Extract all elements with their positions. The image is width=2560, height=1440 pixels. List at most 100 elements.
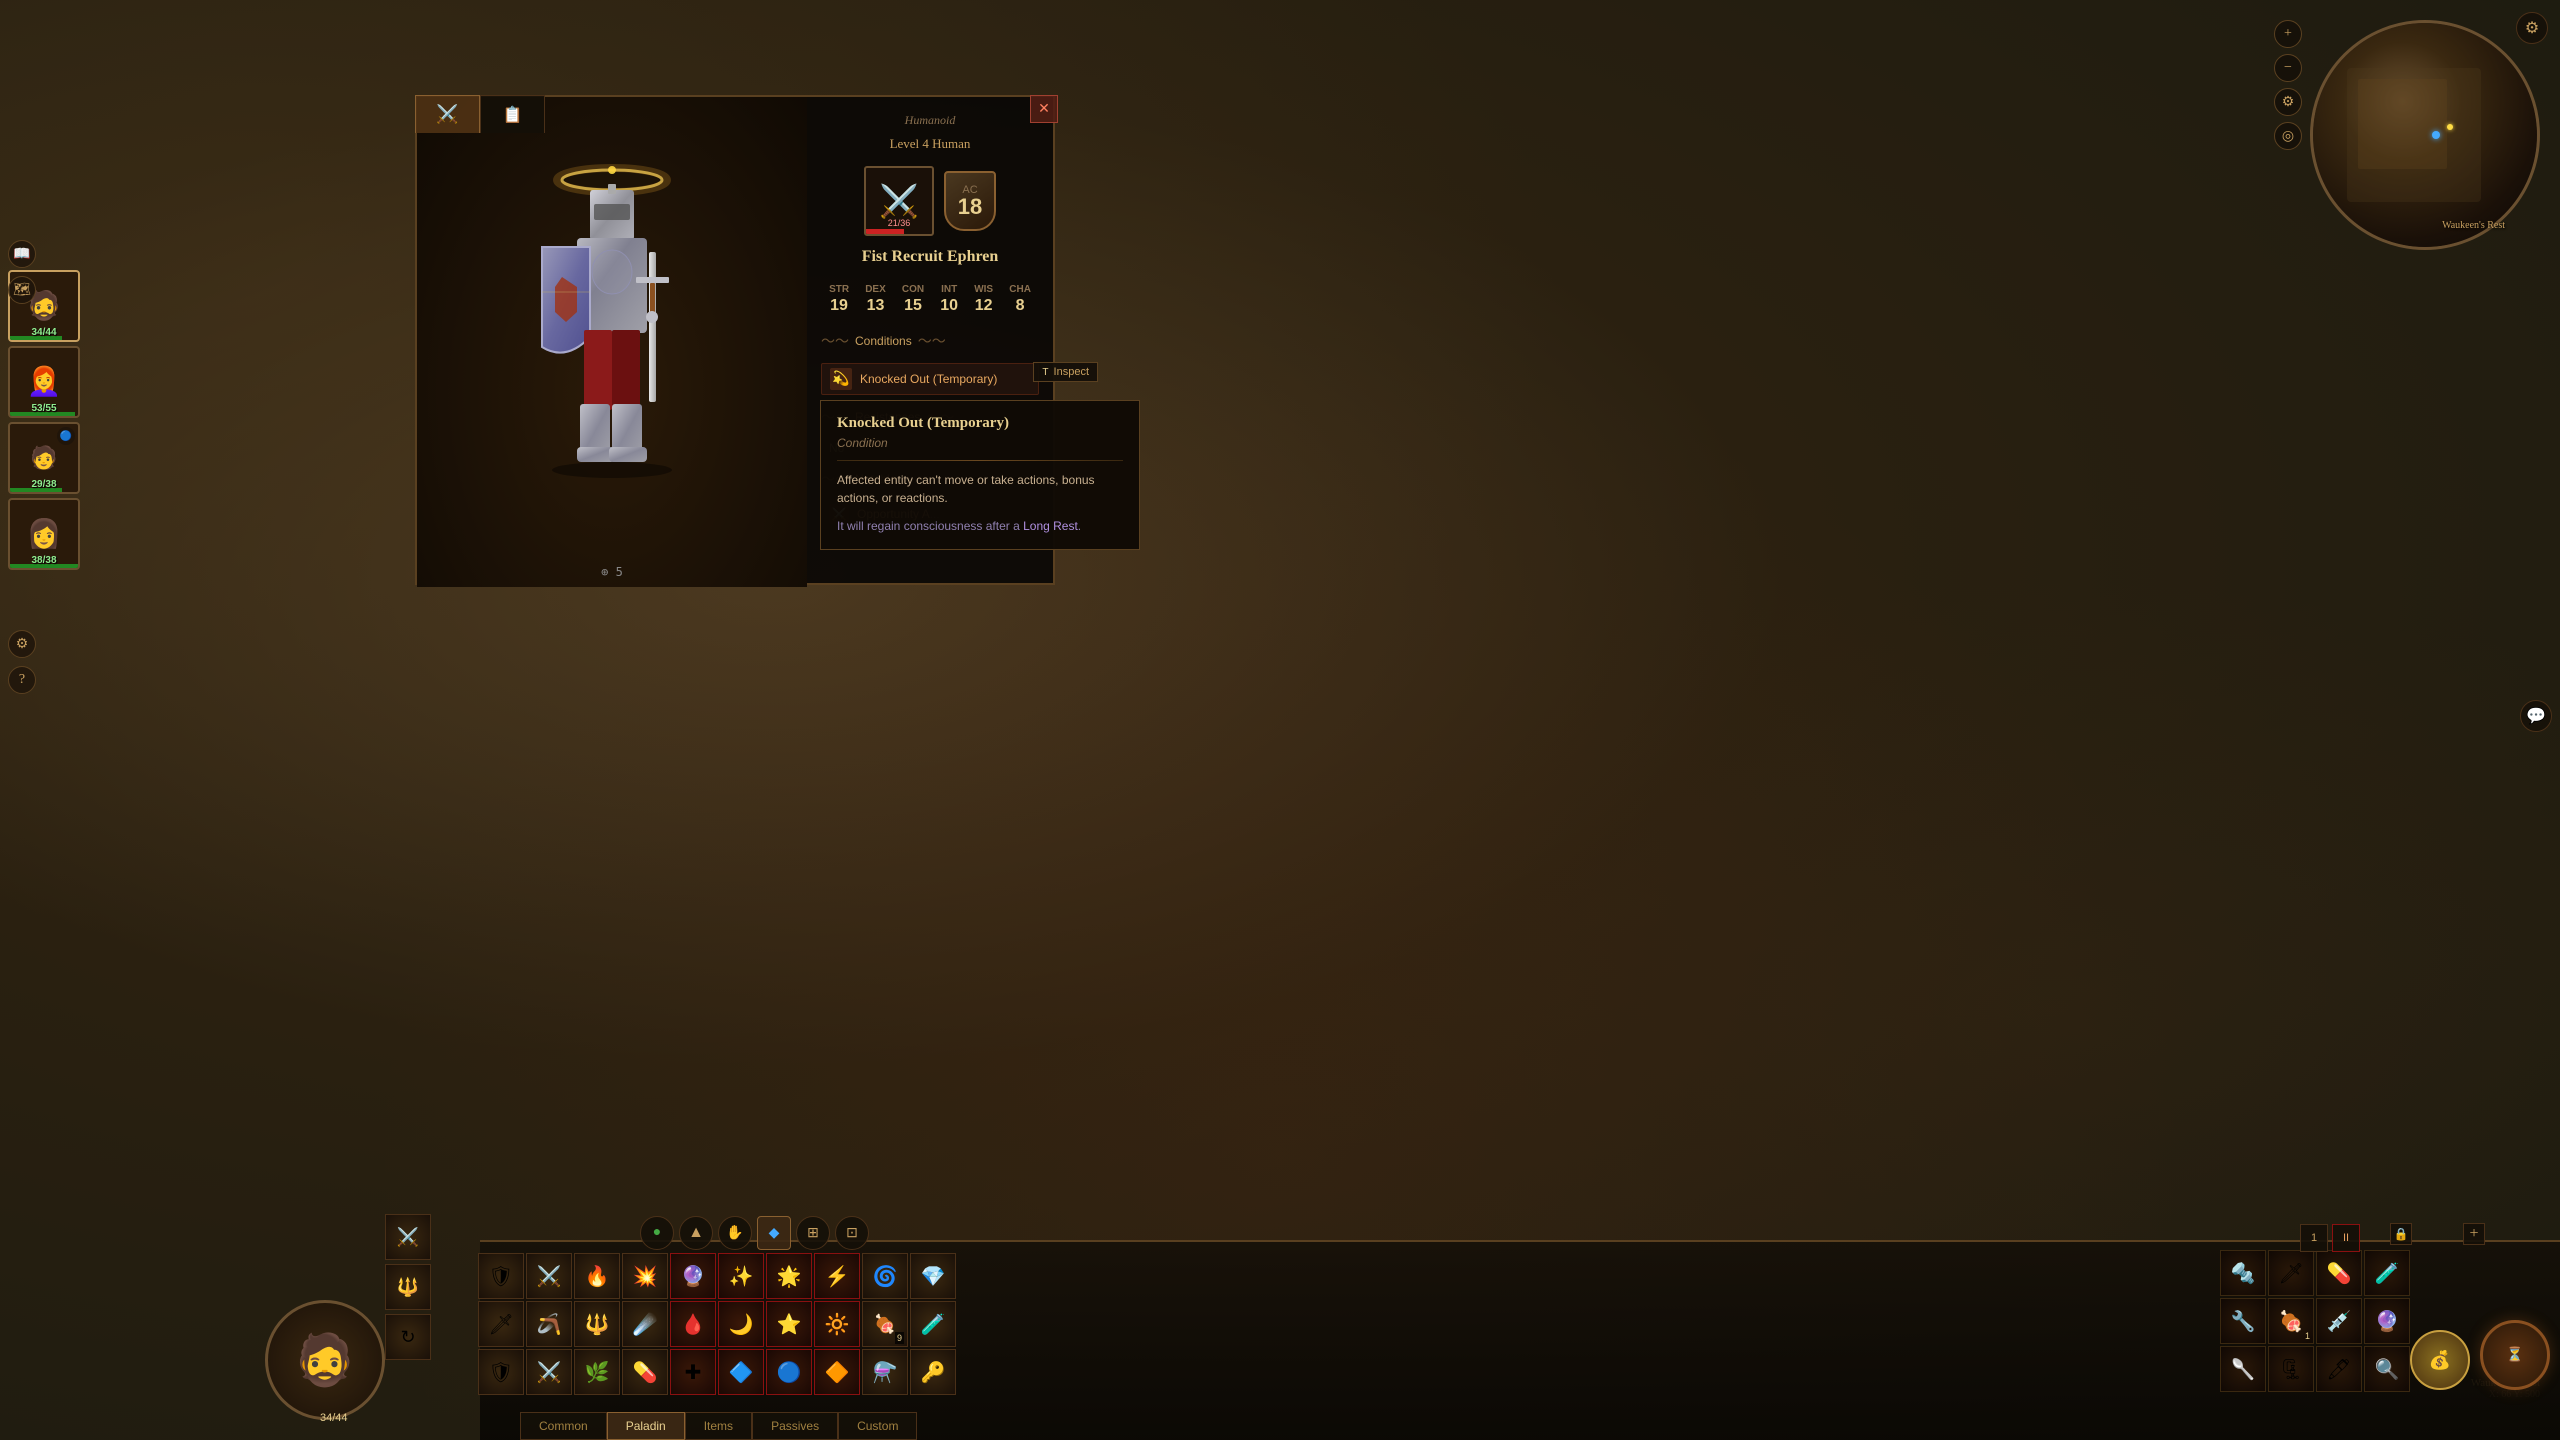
gold-button[interactable]: 💰 bbox=[2410, 1330, 2470, 1390]
weapon-slot-1[interactable]: ⚔️ bbox=[385, 1214, 431, 1260]
turn-order-icons: ● ▲ ✋ ◆ ⊞ ⊡ bbox=[640, 1216, 869, 1250]
tooltip-title: Knocked Out (Temporary) bbox=[837, 415, 1123, 432]
char-bottom-hp: 34/44 bbox=[320, 1412, 348, 1424]
portrait-1-hp: 34/44 bbox=[31, 327, 56, 338]
lock-icon[interactable]: 🔒 bbox=[2390, 1223, 2412, 1245]
settings-btn[interactable]: ⚙ bbox=[8, 630, 36, 658]
action-22[interactable]: ⚔️ bbox=[526, 1349, 572, 1395]
equip-slot-4[interactable]: 🧪 bbox=[2364, 1250, 2410, 1296]
character-model-area: ⊕ 5 bbox=[417, 97, 807, 587]
tooltip-subtitle: Condition bbox=[837, 436, 1123, 450]
action-2[interactable]: ⚔️ bbox=[526, 1253, 572, 1299]
turn-grid-icon[interactable]: ⊞ bbox=[796, 1216, 830, 1250]
map-settings[interactable]: ⚙ bbox=[2274, 88, 2302, 116]
portrait-3[interactable]: 🧑 🔵 29/38 bbox=[8, 422, 80, 494]
equip-slot-2[interactable]: 🗡 bbox=[2268, 1250, 2314, 1296]
action-13[interactable]: 🔱 bbox=[574, 1301, 620, 1347]
action-1[interactable]: 🛡 bbox=[478, 1253, 524, 1299]
tab-custom[interactable]: Custom bbox=[838, 1412, 917, 1440]
journal-btn[interactable]: 📖 bbox=[8, 240, 36, 268]
action-5[interactable]: 🔮 bbox=[670, 1253, 716, 1299]
map-waypoint[interactable]: ◎ bbox=[2274, 122, 2302, 150]
action-points: 1 II bbox=[2300, 1224, 2360, 1252]
map-controls: + − ⚙ ◎ bbox=[2274, 20, 2302, 150]
stats-row: STR 19 DEX 13 CON 15 INT 10 WIS 12 CHA 8 bbox=[821, 280, 1039, 319]
action-25[interactable]: ✚ bbox=[670, 1349, 716, 1395]
tab-paladin[interactable]: Paladin bbox=[607, 1412, 685, 1440]
turn-diamond-icon[interactable]: ◆ bbox=[757, 1216, 791, 1250]
end-turn-button[interactable]: ⏳ bbox=[2480, 1320, 2550, 1390]
action-23[interactable]: 🌿 bbox=[574, 1349, 620, 1395]
condition-knocked-out[interactable]: 💫 Knocked Out (Temporary) T Inspect bbox=[821, 363, 1039, 395]
tab-items[interactable]: Items bbox=[685, 1412, 752, 1440]
action-3[interactable]: 🔥 bbox=[574, 1253, 620, 1299]
char-coordinates: ⊕ 5 bbox=[601, 565, 623, 579]
action-30[interactable]: 🔑 bbox=[910, 1349, 956, 1395]
bottom-left-buttons: ⚙ ? bbox=[8, 630, 36, 694]
equipment-slots: 🔩 🗡 💊 🧪 🔧 🍖1 💉 🔮 🥄 🗜 🖊 🔍 bbox=[2220, 1250, 2410, 1392]
weapon-slot-2[interactable]: 🔱 bbox=[385, 1264, 431, 1310]
settings-top-right[interactable]: ⚙ bbox=[2516, 12, 2548, 44]
action-14[interactable]: ☄️ bbox=[622, 1301, 668, 1347]
portrait-4[interactable]: 👩 38/38 bbox=[8, 498, 80, 570]
tab-passives[interactable]: Passives bbox=[752, 1412, 838, 1440]
portrait-2[interactable]: 👩‍🦰 53/55 bbox=[8, 346, 80, 418]
minimap[interactable] bbox=[2310, 20, 2540, 250]
equip-slot-10[interactable]: 🗜 bbox=[2268, 1346, 2314, 1392]
panel-tab-info[interactable]: 📋 bbox=[480, 95, 545, 133]
right-edge-icon[interactable]: 💬 bbox=[2520, 700, 2552, 732]
action-27[interactable]: 🔵 bbox=[766, 1349, 812, 1395]
turn-active-icon[interactable]: ● bbox=[640, 1216, 674, 1250]
turn-triangle-icon[interactable]: ▲ bbox=[679, 1216, 713, 1250]
long-rest-link[interactable]: Long Rest bbox=[1023, 519, 1078, 533]
action-8[interactable]: ⚡ bbox=[814, 1253, 860, 1299]
help-btn[interactable]: ? bbox=[8, 666, 36, 694]
action-29[interactable]: ⚗️ bbox=[862, 1349, 908, 1395]
equip-slot-7[interactable]: 💉 bbox=[2316, 1298, 2362, 1344]
equip-slot-1[interactable]: 🔩 bbox=[2220, 1250, 2266, 1296]
map-zoom-in[interactable]: + bbox=[2274, 20, 2302, 48]
equip-slot-5[interactable]: 🔧 bbox=[2220, 1298, 2266, 1344]
action-4[interactable]: 💥 bbox=[622, 1253, 668, 1299]
action-9[interactable]: 🌀 bbox=[862, 1253, 908, 1299]
portrait-hp-text: 21/36 bbox=[888, 218, 911, 228]
action-12[interactable]: 🪃 bbox=[526, 1301, 572, 1347]
condition-icon: 💫 bbox=[830, 368, 852, 390]
action-11[interactable]: 🗡 bbox=[478, 1301, 524, 1347]
action-20[interactable]: 🧪 bbox=[910, 1301, 956, 1347]
action-7[interactable]: 🌟 bbox=[766, 1253, 812, 1299]
tab-common[interactable]: Common bbox=[520, 1412, 607, 1440]
equip-slot-6[interactable]: 🍖1 bbox=[2268, 1298, 2314, 1344]
action-15[interactable]: 🩸 bbox=[670, 1301, 716, 1347]
weapon-slot-3[interactable]: ↻ bbox=[385, 1314, 431, 1360]
action-16[interactable]: 🌙 bbox=[718, 1301, 764, 1347]
action-point-1[interactable]: 1 bbox=[2300, 1224, 2328, 1252]
action-19[interactable]: 🍖9 bbox=[862, 1301, 908, 1347]
map-zoom-out[interactable]: − bbox=[2274, 54, 2302, 82]
action-24[interactable]: 💊 bbox=[622, 1349, 668, 1395]
equip-slot-8[interactable]: 🔮 bbox=[2364, 1298, 2410, 1344]
action-6[interactable]: ✨ bbox=[718, 1253, 764, 1299]
equip-slot-11[interactable]: 🖊 bbox=[2316, 1346, 2362, 1392]
equip-slot-9[interactable]: 🥄 bbox=[2220, 1346, 2266, 1392]
panel-tab-character[interactable]: ⚔️ bbox=[415, 95, 480, 133]
ac-badge: AC 18 bbox=[944, 171, 996, 231]
close-panel-button[interactable]: ✕ bbox=[1030, 95, 1058, 123]
equip-slot-3[interactable]: 💊 bbox=[2316, 1250, 2362, 1296]
action-10[interactable]: 💎 bbox=[910, 1253, 956, 1299]
action-28[interactable]: 🔶 bbox=[814, 1349, 860, 1395]
turn-extra-icon[interactable]: ⊡ bbox=[835, 1216, 869, 1250]
left-side-buttons: 📖 🗺 bbox=[8, 240, 36, 304]
action-26[interactable]: 🔷 bbox=[718, 1349, 764, 1395]
action-18[interactable]: 🔆 bbox=[814, 1301, 860, 1347]
action-21[interactable]: 🛡 bbox=[478, 1349, 524, 1395]
inspect-tooltip-button[interactable]: T Inspect bbox=[1033, 362, 1098, 382]
map-btn[interactable]: 🗺 bbox=[8, 276, 36, 304]
weapon-slots: ⚔️ 🔱 ↻ bbox=[385, 1214, 431, 1360]
add-slot-button[interactable]: + bbox=[2463, 1223, 2485, 1245]
equip-slot-12[interactable]: 🔍 bbox=[2364, 1346, 2410, 1392]
action-point-2[interactable]: II bbox=[2332, 1224, 2360, 1252]
action-17[interactable]: ⭐ bbox=[766, 1301, 812, 1347]
character-avatar-bottom[interactable]: 🧔 bbox=[265, 1300, 385, 1420]
turn-hand-icon[interactable]: ✋ bbox=[718, 1216, 752, 1250]
